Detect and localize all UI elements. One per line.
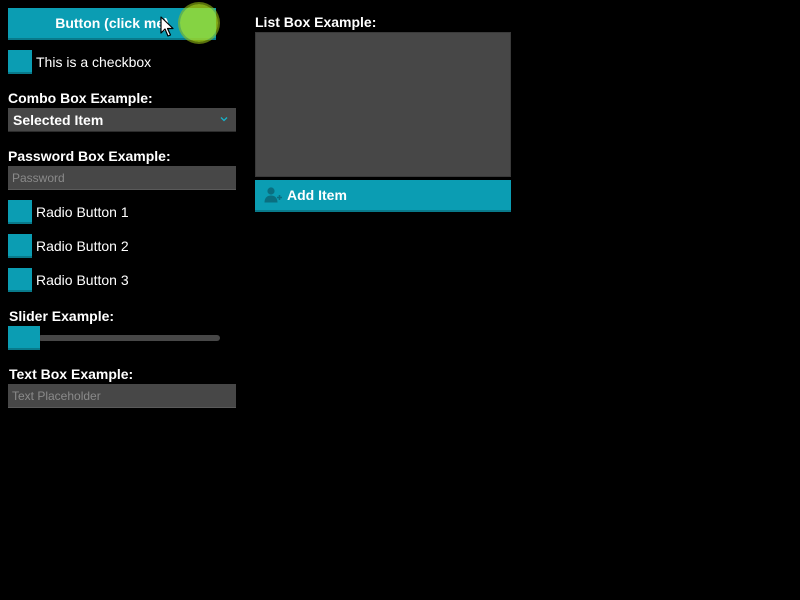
radio-label-2: Radio Button 2 (36, 238, 129, 254)
radio-button-2[interactable] (8, 234, 32, 258)
listbox-title: List Box Example: (255, 14, 377, 30)
chevron-down-icon (220, 117, 228, 122)
combo-title: Combo Box Example: (8, 90, 153, 106)
app-window: Button (click me) This is a checkbox Com… (0, 0, 800, 600)
password-title: Password Box Example: (8, 148, 171, 164)
text-box[interactable] (8, 384, 236, 408)
add-user-icon (264, 186, 282, 204)
checkbox[interactable] (8, 50, 32, 74)
mouse-cursor-icon (160, 16, 174, 37)
radio-label-1: Radio Button 1 (36, 204, 129, 220)
radio-button-1[interactable] (8, 200, 32, 224)
add-item-label: Add Item (287, 187, 347, 203)
main-button-label: Button (click me) (55, 15, 169, 31)
checkbox-label: This is a checkbox (36, 54, 152, 70)
password-field[interactable] (8, 166, 236, 190)
list-box[interactable] (255, 32, 511, 177)
radio-button-3[interactable] (8, 268, 32, 292)
slider-track[interactable] (38, 335, 220, 341)
combo-selected-value: Selected Item (13, 111, 104, 128)
click-indicator (180, 4, 218, 42)
radio-label-3: Radio Button 3 (36, 272, 129, 288)
combo-box[interactable]: Selected Item (8, 108, 236, 132)
textbox-title: Text Box Example: (9, 366, 134, 382)
slider-thumb[interactable] (8, 326, 40, 350)
slider-title: Slider Example: (9, 308, 115, 324)
add-item-button[interactable]: Add Item (255, 180, 511, 212)
